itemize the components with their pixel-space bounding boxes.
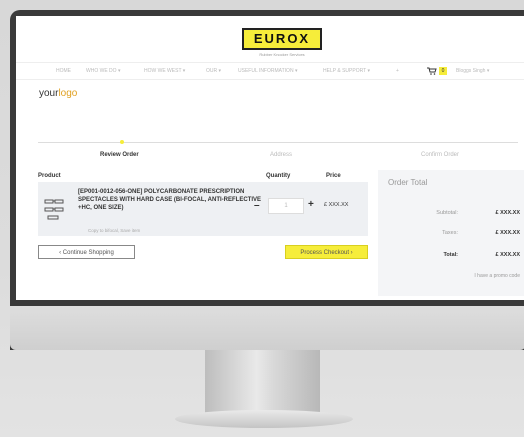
monitor-stand <box>205 350 320 416</box>
site-logo[interactable]: yourlogo <box>39 88 77 99</box>
order-summary: Order Total Subtotal: £ XXX.XX Taxes: £ … <box>378 170 524 296</box>
header-price: Price <box>326 173 341 179</box>
nav-item-plus[interactable]: + <box>396 68 399 74</box>
step-address: Address <box>270 152 293 158</box>
brand-name: EUROX <box>253 31 311 46</box>
nav-item-useful-information[interactable]: USEFUL INFORMATION ▾ <box>238 68 297 74</box>
screen: EUROX Rubber Knocker Services HOME WHO W… <box>16 16 524 300</box>
nav-item-our[interactable]: OUR ▾ <box>206 68 221 74</box>
process-checkout-button[interactable]: Process Checkout › <box>285 245 368 259</box>
cart-item-row: [EP001-0012-056-ONE] POLYCARBONATE PRESC… <box>38 182 368 236</box>
continue-shopping-button[interactable]: ‹ Continue Shopping <box>38 245 135 259</box>
step-confirm-order: Confirm Order <box>421 152 460 158</box>
qty-decrease-button[interactable]: – <box>254 200 260 211</box>
monitor-base <box>175 410 353 428</box>
total-label: Total: <box>443 252 458 258</box>
nav-item-who-we-do[interactable]: WHO WE DO ▾ <box>86 68 120 74</box>
cart-icon[interactable] <box>427 67 437 75</box>
monitor: EUROX Rubber Knocker Services HOME WHO W… <box>10 10 524 350</box>
total-value: £ XXX.XX <box>495 252 520 258</box>
taxes-value: £ XXX.XX <box>495 230 520 236</box>
subtotal-label: Subtotal: <box>436 210 458 216</box>
product-name[interactable]: [EP001-0012-056-ONE] POLYCARBONATE PRESC… <box>78 188 268 212</box>
progress-line <box>38 142 518 143</box>
taxes-label: Taxes: <box>442 230 458 236</box>
subtotal-value: £ XXX.XX <box>495 210 520 216</box>
progress-dot <box>120 140 124 144</box>
monitor-chin <box>10 306 524 350</box>
nav-item-how-we-west[interactable]: HOW WE WEST ▾ <box>144 68 185 74</box>
site-logo-part1: your <box>39 88 59 99</box>
nav-item-help-support[interactable]: HELP & SUPPORT ▾ <box>323 68 370 74</box>
summary-title: Order Total <box>388 178 428 187</box>
spectacles-thumbnail-icon <box>44 199 64 220</box>
quantity-input[interactable]: 1 <box>268 198 304 214</box>
header-product: Product <box>38 173 61 179</box>
promo-code-link[interactable]: I have a promo code <box>474 273 520 279</box>
user-menu[interactable]: Bloggs Singh ▾ <box>456 68 489 74</box>
brand-tagline: Rubber Knocker Services <box>259 52 305 57</box>
product-note[interactable]: Copy to bifocal, Save item <box>88 228 140 233</box>
brand-logo[interactable]: EUROX <box>242 28 322 50</box>
item-price: £ XXX.XX <box>324 202 349 208</box>
step-review-order: Review Order <box>100 152 139 158</box>
header-quantity: Quantity <box>266 173 291 179</box>
main-nav: HOME WHO WE DO ▾ HOW WE WEST ▾ OUR ▾ USE… <box>16 62 524 80</box>
qty-increase-button[interactable]: + <box>308 199 314 210</box>
site-logo-part2: logo <box>58 88 78 99</box>
nav-item-home[interactable]: HOME <box>56 68 71 74</box>
cart-count-badge: 0 <box>439 67 447 75</box>
